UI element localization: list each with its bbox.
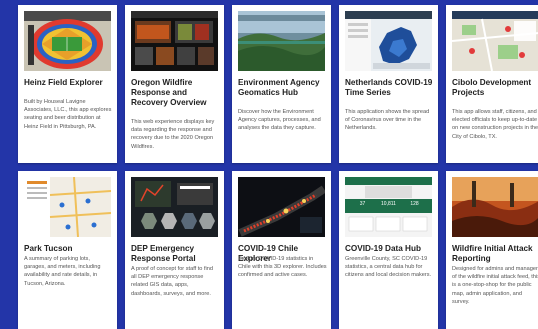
card-description: A summary of parking lots, garages, and … (24, 256, 101, 287)
landscape-photo-thumbnail (238, 11, 325, 71)
netherlands-map-thumbnail (345, 11, 432, 71)
app-card-netherlands-covid[interactable]: Netherlands COVID-19 Time Series This ap… (339, 5, 438, 163)
card-title[interactable]: DEP Emergency Response Portal (131, 244, 220, 264)
hub-stat-2: 10,811 (381, 201, 396, 207)
app-card-park-tucson[interactable]: Park Tucson A summary of parking lots, g… (18, 171, 117, 329)
app-card-chile-explorer[interactable]: COVID-19 Chile Explorer Explore COVID-19… (232, 171, 331, 329)
card-title[interactable]: Heinz Field Explorer (24, 78, 113, 88)
app-card-environment-agency[interactable]: Environment Agency Geomatics Hub Discove… (232, 5, 331, 163)
wildfire-dashboard-thumbnail (131, 11, 218, 71)
chile-3d-map-thumbnail (238, 177, 325, 237)
app-card-cibolo-development[interactable]: Cibolo Development Projects This app all… (446, 5, 538, 163)
card-description: This app allows staff, citizens, and ele… (452, 109, 538, 140)
card-description: A proof of concept for staff to find all… (131, 266, 213, 297)
development-map-thumbnail (452, 11, 538, 71)
parking-map-thumbnail (24, 177, 111, 237)
card-description: Explore COVID-19 statistics in Chile wit… (238, 256, 327, 279)
hub-stat-1: 37 (359, 201, 366, 207)
card-title[interactable]: Park Tucson (24, 244, 113, 254)
covid-hub-thumbnail: 37 10,811 128 (345, 177, 432, 237)
app-gallery-grid: Heinz Field Explorer Built by Houseal La… (18, 0, 538, 329)
app-card-dep-emergency[interactable]: DEP Emergency Response Portal A proof of… (125, 171, 224, 329)
card-description: Greenville County, SC COVID-19 statistic… (345, 256, 432, 279)
card-title[interactable]: Oregon Wildfire Response and Recovery Ov… (131, 78, 220, 108)
portal-hexagon-thumbnail (131, 177, 218, 237)
card-description: Built by Houseal Lavigne Associates, LLC… (24, 99, 112, 130)
stadium-map-thumbnail (24, 11, 111, 71)
card-title[interactable]: Environment Agency Geomatics Hub (238, 78, 327, 98)
card-description: This web experience displays key data re… (131, 119, 215, 150)
card-description: Designed for admins and managers of the … (452, 266, 538, 305)
card-description: Discover how the Environment Agency capt… (238, 109, 321, 132)
app-card-heinz-field[interactable]: Heinz Field Explorer Built by Houseal La… (18, 5, 117, 163)
card-description: This application shows the spread of Cor… (345, 109, 430, 132)
app-card-oregon-wildfire[interactable]: Oregon Wildfire Response and Recovery Ov… (125, 5, 224, 163)
app-card-wildfire-initial-attack[interactable]: Wildfire Initial Attack Reporting Design… (446, 171, 538, 329)
card-title[interactable]: Wildfire Initial Attack Reporting (452, 244, 538, 264)
app-card-covid-data-hub[interactable]: 37 10,811 128 COVID-19 Data Hub Greenvil… (339, 171, 438, 329)
card-title[interactable]: Netherlands COVID-19 Time Series (345, 78, 434, 98)
wildfire-photo-thumbnail (452, 177, 538, 237)
card-title[interactable]: COVID-19 Data Hub (345, 244, 434, 254)
card-title[interactable]: Cibolo Development Projects (452, 78, 538, 98)
hub-stat-3: 128 (410, 201, 419, 207)
